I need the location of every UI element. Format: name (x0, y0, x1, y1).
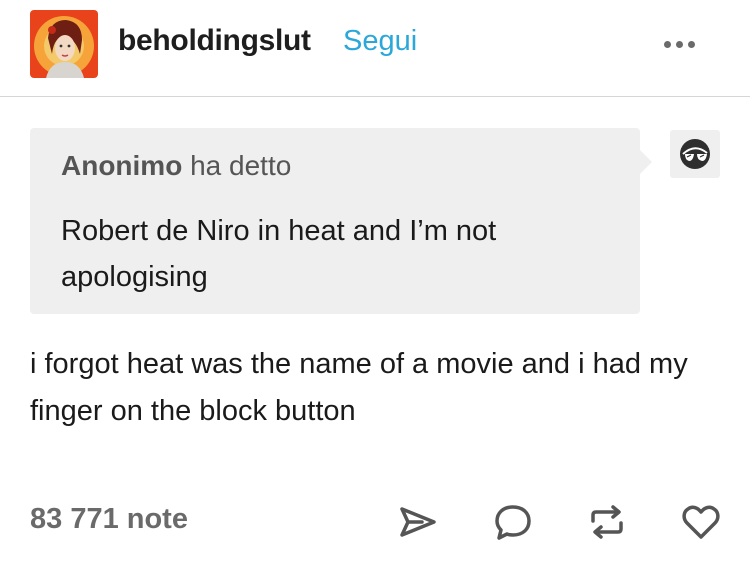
asker-line: Anonimo ha detto (61, 150, 291, 182)
ask-bubble: Anonimo ha detto Robert de Niro in heat … (30, 128, 652, 314)
anonymous-sunglasses-icon (670, 130, 720, 178)
dot (664, 40, 671, 48)
post-header: beholdingslut Segui (0, 0, 750, 97)
dot (676, 40, 683, 48)
answer-text: i forgot heat was the name of a movie an… (30, 348, 688, 427)
heart-icon[interactable] (678, 499, 724, 545)
dot (688, 40, 695, 48)
author-avatar[interactable] (30, 10, 98, 78)
author-username[interactable]: beholdingslut (118, 24, 311, 58)
asker-name: Anonimo (61, 150, 183, 181)
more-options-icon[interactable] (664, 36, 708, 52)
asker-suffix: ha detto (182, 150, 292, 181)
reply-bubble-icon[interactable] (490, 499, 536, 545)
question-text: Robert de Niro in heat and I’m not apolo… (61, 215, 497, 293)
reblog-icon[interactable] (584, 499, 630, 545)
notes-count[interactable]: 83 771 note (30, 503, 188, 536)
share-arrow-icon[interactable] (396, 499, 442, 545)
follow-button[interactable]: Segui (343, 25, 417, 58)
